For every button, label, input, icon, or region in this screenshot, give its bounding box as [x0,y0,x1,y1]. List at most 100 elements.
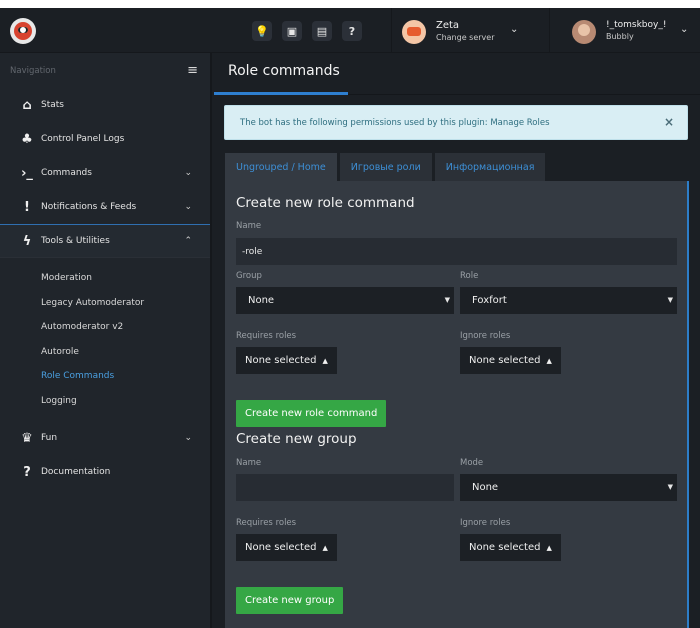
close-icon[interactable]: × [664,115,674,129]
sidebar-item-commands[interactable]: ›_ Commands ⌄ [0,156,210,190]
app-frame: 💡 ▣ ▤ ? Zeta Change server ⌄ !_tomskboy_… [0,8,700,628]
sidebar-item-label: Control Panel Logs [41,134,125,144]
user-menu[interactable]: !_tomskboy_! Bubbly ⌄ [549,8,700,53]
chevron-down-icon: ⌄ [184,433,192,443]
group-label: Group [236,271,262,281]
requires-roles-label: Requires roles [236,331,297,341]
page-header: Role commands [214,53,700,95]
caret-down-icon: ▼ [444,296,450,304]
server-selector[interactable]: Zeta Change server ⌄ [391,8,546,53]
sidebar-item-documentation[interactable]: ? Documentation [0,455,210,489]
role-select[interactable]: Foxfort ▼ [460,287,677,314]
chevron-down-icon: ⌄ [184,168,192,178]
tab-game-roles[interactable]: Игровые роли [339,153,432,181]
bolt-icon: ϟ [22,233,32,249]
change-server-label: Change server [436,33,495,42]
tools-submenu: Moderation Legacy Automoderator Automode… [0,258,210,421]
sidebar-item-control-panel-logs[interactable]: ♣ Control Panel Logs [0,122,210,156]
caret-down-icon: ▼ [667,483,673,491]
create-command-heading: Create new role command [236,195,415,211]
lightbulb-icon[interactable]: 💡 [252,21,272,41]
group-ignore-roles-label: Ignore roles [460,518,511,528]
group-name-label: Name [236,458,262,468]
sidebar-item-label: Notifications & Feeds [41,202,137,212]
page-title: Role commands [228,63,340,79]
caret-down-icon: ▼ [667,296,673,304]
sidebar-item-label: Commands [41,168,92,178]
tab-ungrouped-home[interactable]: Ungrouped / Home [225,153,337,181]
caret-up-icon: ▲ [546,356,552,365]
server-avatar [402,20,426,44]
top-bar: 💡 ▣ ▤ ? Zeta Change server ⌄ !_tomskboy_… [0,8,700,53]
submenu-item-automoderator-v2[interactable]: Automoderator v2 [0,315,210,340]
chevron-down-icon: ⌄ [680,24,689,35]
mode-select[interactable]: None ▼ [460,474,677,501]
caret-up-icon: ▲ [546,543,552,552]
bot-logo-icon[interactable] [10,18,36,44]
chevron-down-icon: ⌄ [184,202,192,212]
sidebar-item-label: Tools & Utilities [41,236,110,246]
group-ignore-roles-value: None selected [469,542,541,553]
requires-roles-multiselect[interactable]: None selected ▲ [236,347,337,374]
submenu-item-autorole[interactable]: Autorole [0,340,210,365]
ignore-roles-value: None selected [469,355,541,366]
group-tabs: Ungrouped / Home Игровые роли Информацио… [225,153,546,181]
id-card-icon[interactable]: ▤ [312,21,332,41]
sidebar: Navigation ≡ ⌂ Stats ♣ Control Panel Log… [0,53,212,628]
tree-icon: ♣ [21,131,33,147]
ignore-roles-multiselect[interactable]: None selected ▲ [460,347,561,374]
group-select-value: None [248,295,275,306]
caret-up-icon: ▲ [322,543,328,552]
caret-up-icon: ▲ [322,356,328,365]
create-group-button[interactable]: Create new group [236,587,344,614]
sidebar-item-tools-utilities[interactable]: ϟ Tools & Utilities ⌃ [0,224,210,258]
user-nickname: Bubbly [606,32,634,41]
question-icon[interactable]: ? [342,21,362,41]
main-content: Role commands The bot has the following … [214,53,700,628]
submenu-item-moderation[interactable]: Moderation [0,266,210,291]
sidebar-item-label: Fun [41,433,58,443]
question-icon: ? [23,464,31,480]
submenu-item-logging[interactable]: Logging [0,389,210,414]
ignore-roles-label: Ignore roles [460,331,511,341]
terminal-icon: ›_ [21,165,33,181]
requires-roles-value: None selected [245,355,317,366]
discord-icon[interactable]: ▣ [282,21,302,41]
sidebar-item-stats[interactable]: ⌂ Stats [0,88,210,122]
role-select-value: Foxfort [472,295,507,306]
sidebar-item-label: Stats [41,100,64,110]
chevron-up-icon: ⌃ [184,236,192,246]
group-requires-roles-multiselect[interactable]: None selected ▲ [236,534,337,561]
trophy-icon: ♛ [21,430,33,446]
submenu-item-legacy-automoderator[interactable]: Legacy Automoderator [0,291,210,316]
group-name-input[interactable] [236,474,454,501]
title-underline [214,92,348,95]
mode-label: Mode [460,458,484,468]
user-avatar [572,20,596,44]
name-label: Name [236,221,262,231]
group-requires-roles-label: Requires roles [236,518,297,528]
sidebar-item-label: Documentation [41,467,111,477]
exclamation-icon: ! [24,199,30,215]
command-name-input[interactable]: -role [236,238,677,265]
tab-panel: Create new role command Name -role Group… [225,181,689,628]
sidebar-item-notifications[interactable]: ! Notifications & Feeds ⌄ [0,190,210,224]
permissions-alert: The bot has the following permissions us… [224,105,688,140]
submenu-item-role-commands[interactable]: Role Commands [0,364,210,389]
group-requires-roles-value: None selected [245,542,317,553]
mode-select-value: None [472,482,499,493]
create-group-heading: Create new group [236,431,357,447]
group-select[interactable]: None ▼ [236,287,454,314]
create-role-command-button[interactable]: Create new role command [236,400,387,427]
sidebar-header: Navigation ≡ [0,53,210,88]
top-bar-icons: 💡 ▣ ▤ ? [252,21,362,41]
sidebar-item-fun[interactable]: ♛ Fun ⌄ [0,421,210,455]
group-ignore-roles-multiselect[interactable]: None selected ▲ [460,534,561,561]
hamburger-icon[interactable]: ≡ [187,63,198,78]
alert-text: The bot has the following permissions us… [240,118,550,128]
server-name: Zeta [436,20,460,31]
navigation-label: Navigation [10,65,56,76]
home-icon: ⌂ [22,97,32,113]
chevron-down-icon: ⌄ [510,24,519,35]
tab-informational[interactable]: Информационная [434,153,546,181]
